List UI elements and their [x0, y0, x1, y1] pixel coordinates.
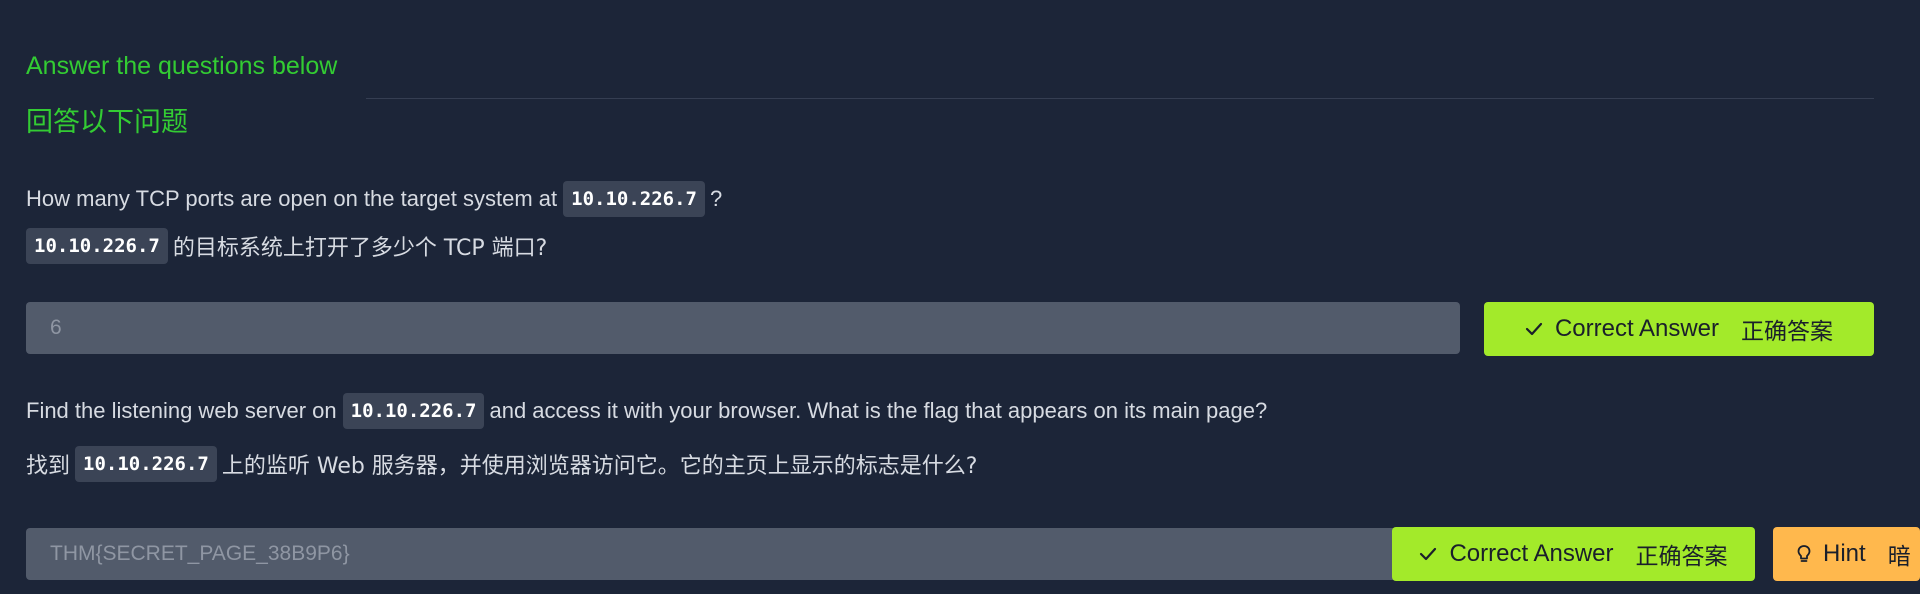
correct-answer-label-zh: 正确答案	[1635, 544, 1728, 570]
question-1-text-zh: 10.10.226.7 的目标系统上打开了多少个 TCP 端口?	[26, 228, 547, 264]
hint-label: Hint	[1823, 540, 1866, 567]
question-1-ip-code: 10.10.226.7	[563, 181, 705, 217]
question-2-text-zh: 找到 10.10.226.7 上的监听 Web 服务器，并使用浏览器访问它。它的…	[26, 446, 978, 482]
question-1-text-zh-after: 的目标系统上打开了多少个 TCP 端口?	[172, 236, 548, 261]
question-2-answer-field[interactable]: THM{SECRET_PAGE_38B9P6}	[26, 528, 1460, 580]
question-2-answer-value: THM{SECRET_PAGE_38B9P6}	[50, 542, 350, 565]
question-2-text-before: Find the listening web server on	[26, 398, 337, 423]
task-questions-panel: Answer the questions below 回答以下问题 How ma…	[0, 0, 1920, 594]
questions-header-zh: 回答以下问题	[26, 107, 188, 138]
question-2-text-zh-after: 上的监听 Web 服务器，并使用浏览器访问它。它的主页上显示的标志是什么?	[221, 454, 978, 479]
correct-answer-label: Correct Answer	[1554, 315, 1720, 342]
question-2-hint-button[interactable]: Hint 暗	[1773, 527, 1920, 581]
question-1-text-before: How many TCP ports are open on the targe…	[26, 186, 558, 211]
check-icon	[1419, 547, 1437, 561]
question-2-text: Find the listening web server on 10.10.2…	[26, 393, 1267, 429]
header-divider	[366, 98, 1874, 99]
question-2-text-after: and access it with your browser. What is…	[489, 398, 1268, 423]
question-1-correct-answer-button[interactable]: Correct Answer 正确答案	[1484, 302, 1874, 356]
question-2-correct-answer-button[interactable]: Correct Answer 正确答案	[1392, 527, 1755, 581]
correct-answer-label: Correct Answer	[1449, 540, 1614, 567]
question-2-text-zh-before: 找到	[26, 454, 71, 479]
hint-label-zh: 暗	[1887, 544, 1911, 570]
correct-answer-label-zh: 正确答案	[1741, 319, 1834, 345]
check-icon	[1525, 322, 1543, 336]
question-1-answer-field[interactable]: 6	[26, 302, 1460, 354]
lightbulb-icon	[1797, 544, 1811, 564]
questions-header: Answer the questions below	[26, 52, 338, 80]
question-1-text: How many TCP ports are open on the targe…	[26, 181, 722, 217]
question-2-ip-code: 10.10.226.7	[342, 393, 485, 429]
question-1-answer-value: 6	[50, 316, 62, 339]
question-1-text-after: ?	[709, 186, 723, 211]
question-2-ip-code-zh: 10.10.226.7	[75, 446, 217, 482]
question-1-ip-code-zh: 10.10.226.7	[26, 228, 168, 264]
